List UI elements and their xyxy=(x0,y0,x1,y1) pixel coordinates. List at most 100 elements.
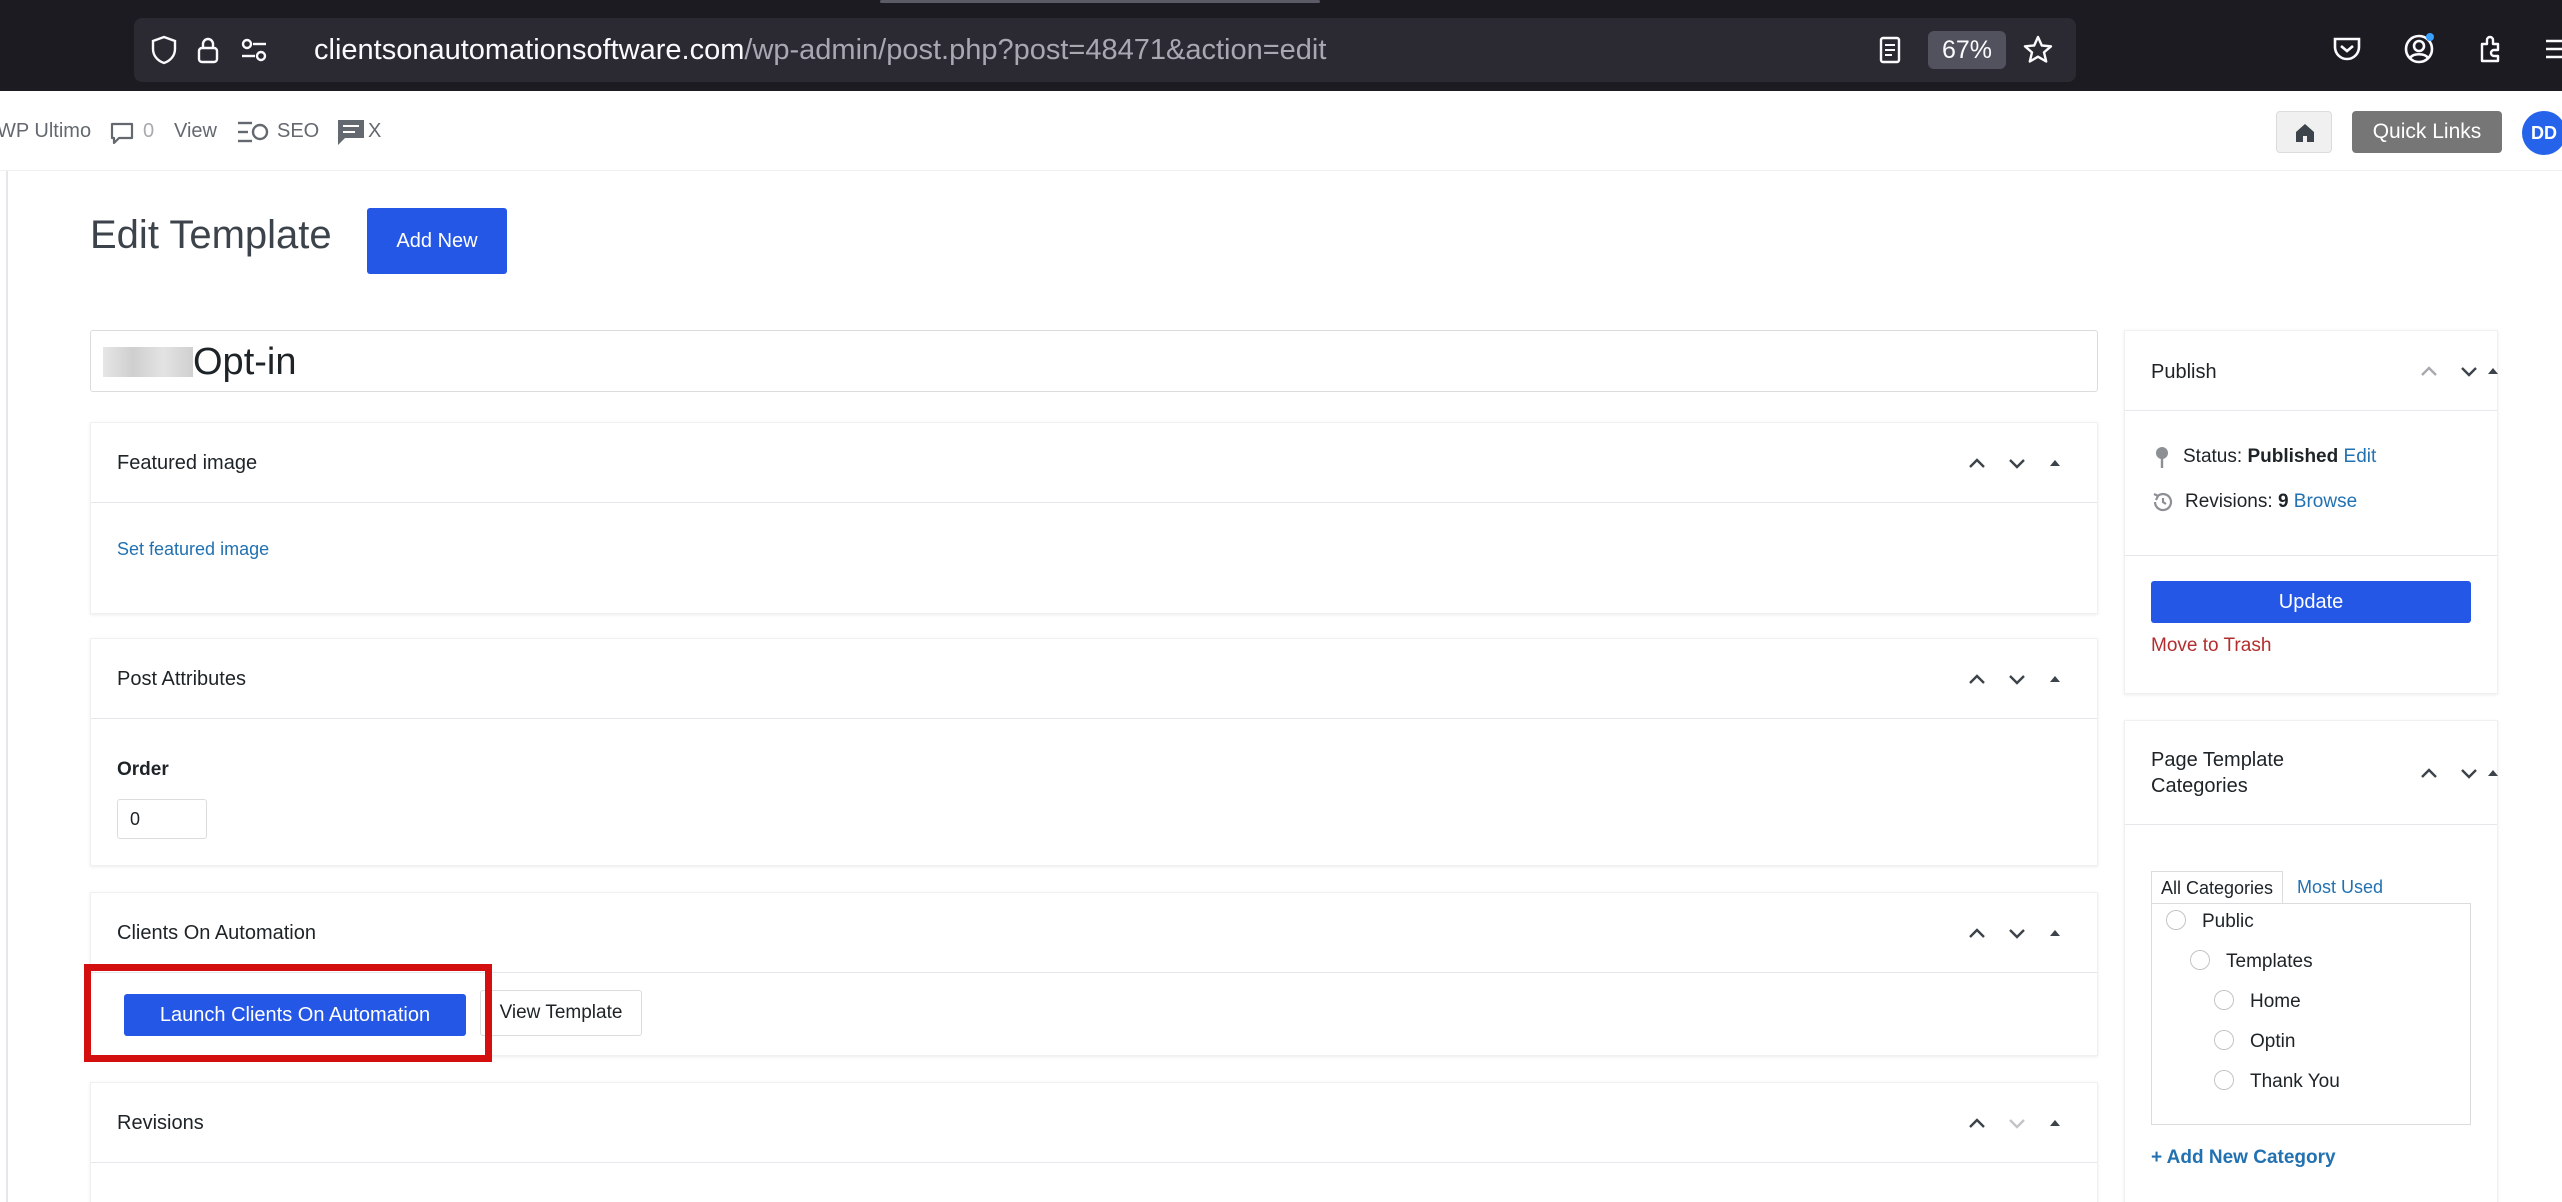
comment-icon[interactable] xyxy=(108,119,136,147)
post-title-input[interactable]: Opt-in xyxy=(90,330,2098,392)
category-label: Thank You xyxy=(2250,1071,2340,1092)
redacted-title-prefix xyxy=(103,347,193,377)
set-featured-image-link[interactable]: Set featured image xyxy=(117,539,269,560)
chevron-up-icon[interactable] xyxy=(1963,665,1991,693)
toggle-triangle-icon[interactable] xyxy=(2479,759,2507,787)
url-host: clientsonautomationsoftware.com xyxy=(314,34,745,66)
category-item-templates[interactable]: Templates xyxy=(2190,949,2313,974)
revisions-row: Revisions: 9 Browse xyxy=(2151,490,2357,514)
browser-toolbar: clientsonautomationsoftware.com/wp-admin… xyxy=(0,0,2562,91)
category-item-optin[interactable]: Optin xyxy=(2214,1029,2296,1054)
categories-title-line1: Page Template xyxy=(2151,749,2285,771)
admin-bar-view-link[interactable]: View xyxy=(174,119,217,143)
history-icon xyxy=(2153,492,2173,512)
highlight-annotation-box xyxy=(84,964,492,1062)
radio-button[interactable] xyxy=(2214,1069,2234,1090)
status-edit-link[interactable]: Edit xyxy=(2344,446,2377,467)
category-item-public[interactable]: Public xyxy=(2166,909,2254,934)
admin-bar-seo-link[interactable]: SEO xyxy=(277,119,319,143)
clients-on-automation-title: Clients On Automation xyxy=(117,922,316,944)
post-attributes-box: Post Attributes Order 0 xyxy=(90,638,2098,866)
comments-count[interactable]: 0 xyxy=(143,119,154,143)
publish-header: Publish xyxy=(2125,331,2497,411)
site-permissions-icon[interactable] xyxy=(238,34,270,66)
status-label: Status: xyxy=(2183,446,2243,468)
tab-indicator xyxy=(880,0,1320,3)
featured-image-box: Featured image Set featured image xyxy=(90,422,2098,614)
seo-icon[interactable] xyxy=(236,119,270,145)
chevron-up-icon[interactable] xyxy=(1963,919,1991,947)
revisions-title: Revisions xyxy=(117,1112,204,1134)
address-bar[interactable]: clientsonautomationsoftware.com/wp-admin… xyxy=(134,18,2076,82)
bookmark-star-icon[interactable] xyxy=(2022,34,2054,66)
shield-icon[interactable] xyxy=(148,34,180,66)
zoom-level-badge[interactable]: 67% xyxy=(1928,31,2006,69)
update-button[interactable]: Update xyxy=(2151,581,2471,623)
toggle-triangle-icon[interactable] xyxy=(2041,665,2069,693)
radio-button[interactable] xyxy=(2214,1029,2234,1050)
chevron-up-icon[interactable] xyxy=(2415,759,2443,787)
categories-title-line2: Categories xyxy=(2151,775,2248,797)
url-path: /wp-admin/post.php?post=48471&action=edi… xyxy=(744,34,1327,66)
category-label: Home xyxy=(2250,991,2301,1012)
revisions-count: 9 xyxy=(2277,491,2289,513)
toggle-triangle-icon[interactable] xyxy=(2041,449,2069,477)
radio-button[interactable] xyxy=(2214,989,2234,1010)
chevron-up-icon[interactable] xyxy=(1963,1109,1991,1137)
status-row: Status: Published Edit xyxy=(2151,445,2376,469)
lock-icon[interactable] xyxy=(192,34,224,66)
tab-all-categories[interactable]: All Categories xyxy=(2151,871,2283,903)
toggle-triangle-icon[interactable] xyxy=(2479,357,2507,385)
post-title-text: Opt-in xyxy=(193,341,297,383)
admin-bar-site-name[interactable]: WP Ultimo xyxy=(0,119,91,143)
toggle-triangle-icon[interactable] xyxy=(2041,919,2069,947)
view-template-button[interactable]: View Template xyxy=(480,990,642,1036)
radio-button[interactable] xyxy=(2190,949,2210,970)
categories-header: Page Template Categories xyxy=(2125,721,2497,825)
revisions-browse-link[interactable]: Browse xyxy=(2294,491,2357,512)
tab-most-used[interactable]: Most Used xyxy=(2297,871,2383,903)
post-attributes-title: Post Attributes xyxy=(117,668,246,690)
extensions-icon[interactable] xyxy=(2474,32,2508,66)
home-icon xyxy=(2296,124,2314,142)
home-button[interactable] xyxy=(2276,111,2332,153)
chevron-down-icon[interactable] xyxy=(2003,1109,2031,1137)
status-value: Published xyxy=(2247,446,2339,468)
pin-icon xyxy=(2156,447,2168,468)
chevron-down-icon[interactable] xyxy=(2003,665,2031,693)
category-item-thank-you[interactable]: Thank You xyxy=(2214,1069,2340,1094)
move-to-trash-link[interactable]: Move to Trash xyxy=(2151,635,2271,657)
revisions-box: Revisions xyxy=(90,1082,2098,1202)
chevron-down-icon[interactable] xyxy=(2003,919,2031,947)
postbox-header: Revisions xyxy=(91,1083,2097,1163)
toggle-triangle-icon[interactable] xyxy=(2041,1109,2069,1137)
quick-links-button[interactable]: Quick Links xyxy=(2352,111,2502,153)
category-label: Public xyxy=(2202,911,2254,932)
pocket-icon[interactable] xyxy=(2330,32,2364,66)
publish-box: Publish Status: Published Edit Revisions… xyxy=(2124,330,2498,694)
user-avatar[interactable]: DD xyxy=(2522,111,2562,155)
reader-view-icon[interactable] xyxy=(1874,34,1906,66)
chevron-up-icon[interactable] xyxy=(2415,357,2443,385)
admin-bar: WP Ultimo 0 View SEO X Quick Links DD xyxy=(0,91,2562,171)
chevron-down-icon[interactable] xyxy=(2003,449,2031,477)
page-template-categories-box: Page Template Categories All Categories … xyxy=(2124,720,2498,1202)
chevron-up-icon[interactable] xyxy=(1963,449,1991,477)
divider xyxy=(2125,555,2497,556)
radio-button[interactable] xyxy=(2166,909,2186,930)
url-text[interactable]: clientsonautomationsoftware.com/wp-admin… xyxy=(314,34,1326,66)
admin-bar-x-link[interactable]: X xyxy=(368,119,381,143)
add-new-button[interactable]: Add New xyxy=(367,208,507,274)
order-input[interactable]: 0 xyxy=(117,799,207,839)
order-label: Order xyxy=(117,759,169,780)
menu-icon[interactable] xyxy=(2542,32,2562,66)
page-title: Edit Template xyxy=(90,213,332,257)
category-checklist: Public Templates Home Optin Thank You xyxy=(2151,903,2471,1125)
chat-bubble-icon[interactable] xyxy=(335,116,367,148)
account-icon[interactable] xyxy=(2402,32,2436,66)
category-item-home[interactable]: Home xyxy=(2214,989,2301,1014)
category-label: Optin xyxy=(2250,1031,2296,1052)
add-new-category-link[interactable]: + Add New Category xyxy=(2151,1147,2336,1169)
postbox-header: Post Attributes xyxy=(91,639,2097,719)
publish-title: Publish xyxy=(2151,361,2217,383)
